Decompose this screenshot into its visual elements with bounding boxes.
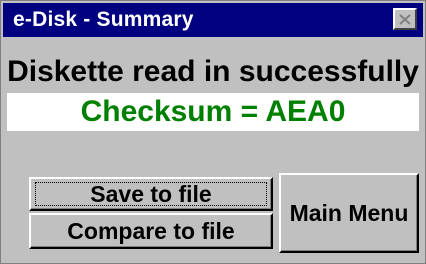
- window-title: e-Disk - Summary: [13, 8, 194, 31]
- status-message: Diskette read in successfully: [7, 55, 419, 88]
- checksum-text: Checksum = AEA0: [80, 95, 346, 128]
- title-bar[interactable]: e-Disk - Summary: [3, 3, 423, 37]
- main-menu-button[interactable]: Main Menu: [279, 173, 419, 253]
- close-button[interactable]: [393, 8, 417, 30]
- compare-to-file-button[interactable]: Compare to file: [29, 213, 273, 249]
- compare-to-file-label: Compare to file: [67, 217, 235, 244]
- save-to-file-button[interactable]: Save to file: [29, 177, 273, 211]
- main-menu-label: Main Menu: [289, 199, 409, 226]
- focus-rectangle: [35, 182, 267, 206]
- checksum-display: Checksum = AEA0: [7, 93, 419, 131]
- summary-dialog: e-Disk - Summary Diskette read in succes…: [0, 0, 426, 264]
- close-icon: [399, 13, 411, 25]
